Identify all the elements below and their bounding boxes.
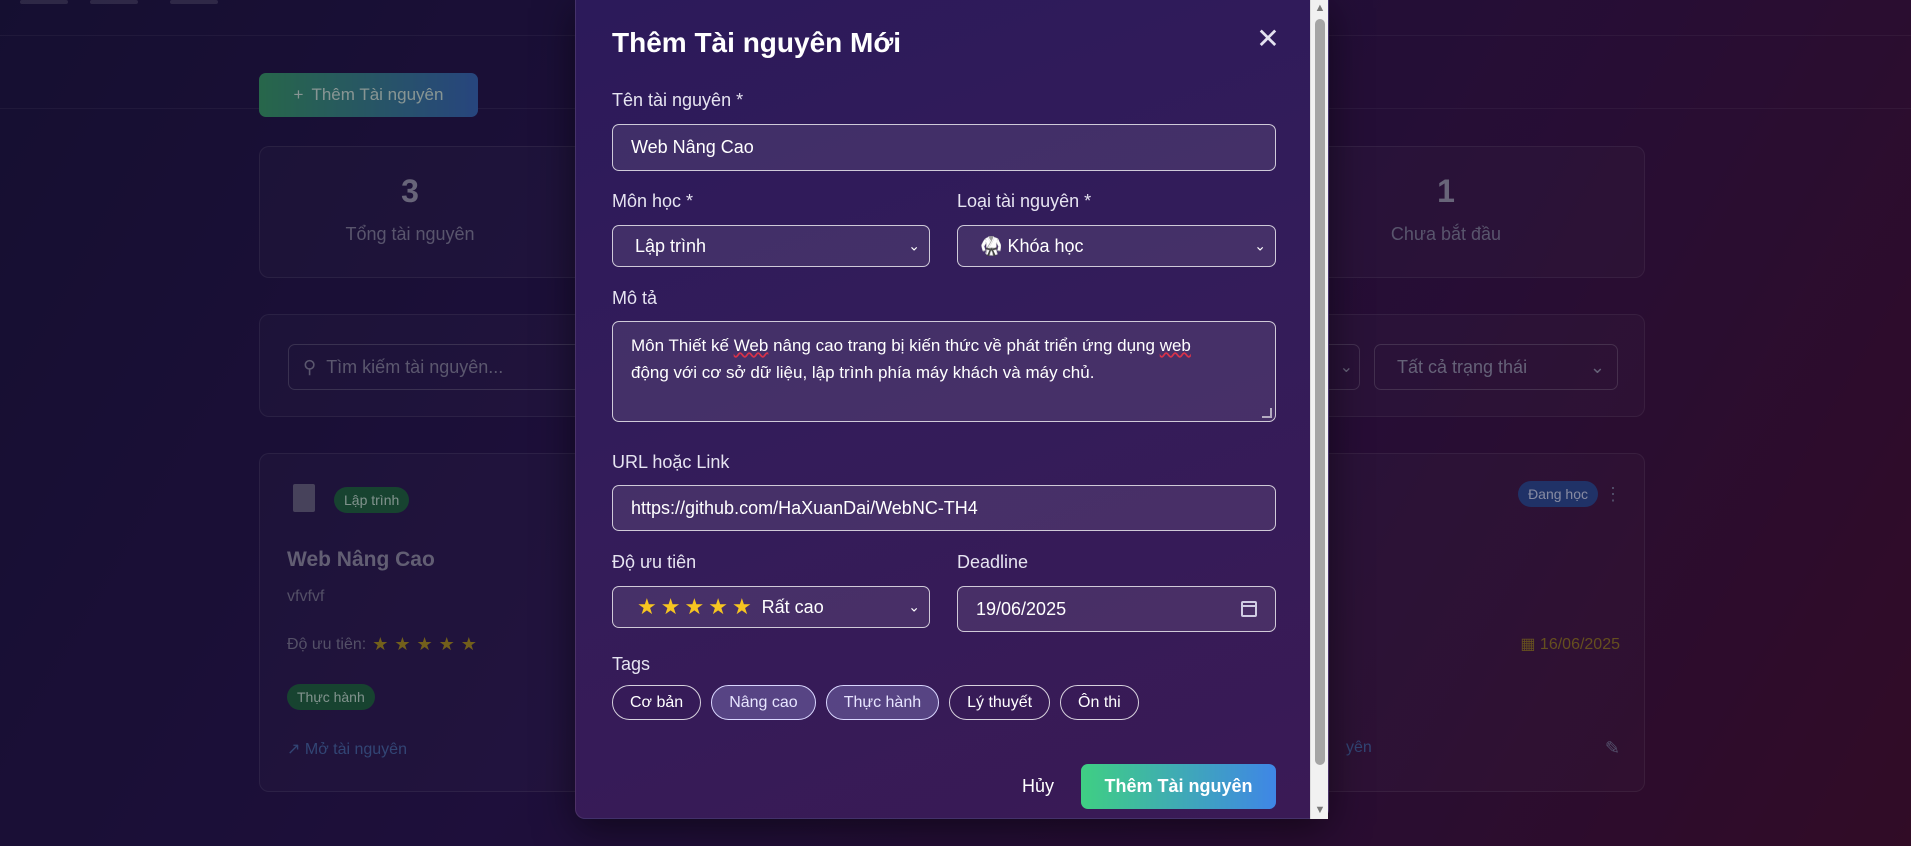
close-button[interactable]: ✕ xyxy=(1254,25,1282,53)
star-icon: ★ xyxy=(660,594,681,619)
url-input[interactable]: https://github.com/HaXuanDai/WebNC-TH4 xyxy=(612,485,1276,531)
add-resource-modal: Thêm Tài nguyên Mới ✕ Tên tài nguyên * W… xyxy=(575,0,1329,819)
resize-handle-icon[interactable] xyxy=(1262,408,1272,418)
tag-thuc-hanh[interactable]: Thực hành xyxy=(825,685,940,720)
modal-title: Thêm Tài nguyên Mới xyxy=(612,27,902,58)
url-label: URL hoặc Link xyxy=(612,452,730,472)
name-input[interactable]: Web Nâng Cao xyxy=(612,124,1276,171)
tag-ly-thuyet[interactable]: Lý thuyết xyxy=(949,685,1051,720)
priority-select[interactable]: ★ ★ ★ ★ ★ Rất cao ⌄ xyxy=(612,586,930,628)
tag-nang-cao[interactable]: Nâng cao xyxy=(711,685,816,720)
url-input-value: https://github.com/HaXuanDai/WebNC-TH4 xyxy=(631,497,978,518)
subject-select[interactable]: Lập trình ⌄ xyxy=(612,225,930,267)
chevron-down-icon: ⌄ xyxy=(1254,237,1266,254)
description-text: Môn Thiết kế Web nâng cao trang bị kiến … xyxy=(631,336,1191,382)
type-select-value: Khóa học xyxy=(1007,235,1084,256)
deadline-label: Deadline xyxy=(957,552,1029,572)
name-label: Tên tài nguyên * xyxy=(612,90,744,110)
description-textarea[interactable]: Môn Thiết kế Web nâng cao trang bị kiến … xyxy=(612,321,1276,422)
cancel-button[interactable]: Hủy xyxy=(1003,764,1073,808)
scroll-down-icon[interactable]: ▼ xyxy=(1311,801,1329,819)
star-icon: ★ xyxy=(708,594,728,619)
modal-scrollbar[interactable]: ▲ ▼ xyxy=(1310,0,1328,819)
name-input-value: Web Nâng Cao xyxy=(631,137,754,157)
deadline-input-value: 19/06/2025 xyxy=(976,598,1067,619)
subject-label: Môn học * xyxy=(612,191,694,211)
priority-select-value: Rất cao xyxy=(761,596,824,617)
martial-arts-uniform-icon: 🥋 xyxy=(980,235,1003,256)
close-icon: ✕ xyxy=(1256,23,1280,54)
tag-on-thi[interactable]: Ôn thi xyxy=(1060,685,1139,720)
scroll-up-icon[interactable]: ▲ xyxy=(1311,0,1329,17)
description-label: Mô tả xyxy=(612,288,658,308)
tag-list: Cơ bản Nâng cao Thực hành Lý thuyết Ôn t… xyxy=(612,685,1139,720)
submit-button[interactable]: Thêm Tài nguyên xyxy=(1081,764,1276,809)
deadline-input[interactable]: 19/06/2025 xyxy=(957,586,1276,632)
calendar-icon[interactable] xyxy=(1241,601,1257,617)
subject-select-value: Lập trình xyxy=(635,235,707,256)
priority-label: Độ ưu tiên xyxy=(612,552,697,572)
tag-co-ban[interactable]: Cơ bản xyxy=(612,685,702,720)
tags-label: Tags xyxy=(612,654,651,674)
priority-stars: ★ ★ ★ ★ ★ xyxy=(637,594,752,620)
star-icon: ★ xyxy=(684,594,705,619)
scroll-thumb[interactable] xyxy=(1315,19,1325,765)
type-label: Loại tài nguyên * xyxy=(957,191,1092,211)
type-select[interactable]: 🥋 Khóa học ⌄ xyxy=(957,225,1276,267)
chevron-down-icon: ⌄ xyxy=(908,598,920,615)
star-icon: ★ xyxy=(637,594,657,619)
star-icon: ★ xyxy=(731,594,752,619)
chevron-down-icon: ⌄ xyxy=(908,237,920,254)
